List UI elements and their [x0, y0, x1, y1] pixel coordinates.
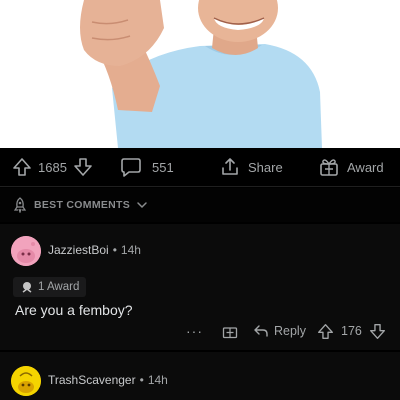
downvote-icon[interactable] [369, 323, 386, 340]
snoo-avatar-icon [11, 236, 41, 266]
comment-vote-group: 176 [317, 320, 386, 342]
award-gift-icon [320, 159, 338, 176]
give-award-button[interactable] [222, 320, 238, 342]
more-options-button[interactable]: ··· [186, 320, 203, 342]
comment-meta: JazziestBoi • 14h [48, 243, 141, 257]
comment-meta: TrashScavenger • 14h [48, 373, 168, 387]
share-label: Share [248, 159, 283, 175]
downvote-icon[interactable] [73, 157, 93, 177]
snoo-avatar-icon [11, 366, 41, 396]
award-label: Award [347, 159, 384, 175]
share-icon [222, 158, 238, 175]
comment-username[interactable]: TrashScavenger [48, 373, 136, 387]
comment-bubble-icon [121, 158, 141, 177]
share-button[interactable]: Share [220, 148, 283, 186]
sort-label: BEST COMMENTS [34, 199, 131, 211]
comment-score: 176 [341, 324, 362, 338]
more-dots: ··· [186, 323, 203, 339]
award-button[interactable]: Award [319, 148, 384, 186]
comment-time: 14h [147, 373, 168, 387]
chevron-down-icon [137, 202, 147, 209]
upvote-icon[interactable] [317, 323, 334, 340]
comment-username[interactable]: JazziestBoi [48, 243, 109, 257]
vote-group: 1685 [12, 148, 93, 186]
meta-separator: • [112, 243, 117, 257]
upvote-icon[interactable] [12, 157, 32, 177]
upvote-count: 1685 [38, 159, 67, 175]
avatar[interactable] [11, 236, 41, 266]
rocket-icon [13, 197, 27, 213]
divider [0, 186, 400, 187]
post-action-bar: 1685 551 Share Award [0, 148, 400, 186]
avatar[interactable] [11, 366, 41, 396]
sort-selector[interactable]: BEST COMMENTS [12, 188, 148, 222]
reply-arrow-icon [254, 325, 268, 337]
award-icon [22, 282, 32, 293]
meta-separator: • [139, 373, 144, 387]
comment-count: 551 [152, 159, 174, 175]
comment-body: Are you a femboy? [15, 302, 133, 318]
reply-label: Reply [274, 324, 306, 338]
award-count-text: 1 Award [38, 281, 80, 293]
comments-button[interactable]: 551 [120, 148, 174, 186]
post-image[interactable] [0, 0, 400, 148]
award-gift-icon [222, 327, 238, 339]
post-photo [0, 0, 400, 148]
reply-button[interactable]: Reply [253, 320, 306, 342]
comment-time: 14h [120, 243, 141, 257]
award-badge[interactable]: 1 Award [13, 277, 87, 297]
sort-bar: BEST COMMENTS [0, 188, 400, 222]
